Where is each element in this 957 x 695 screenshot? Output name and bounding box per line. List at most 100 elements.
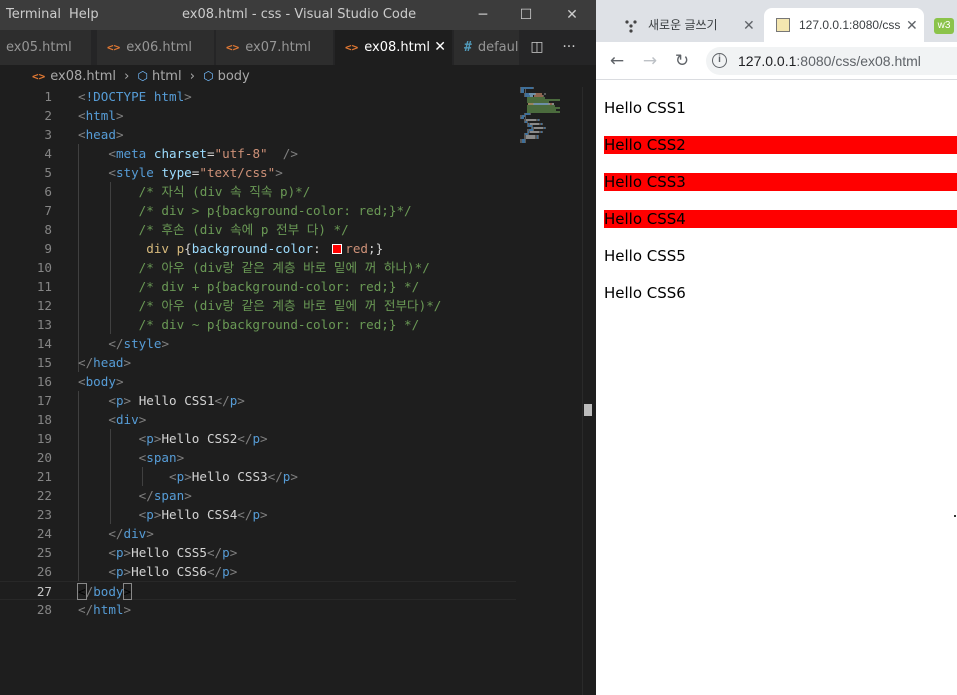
code-token: div [115,412,139,427]
line-number: 11 [36,279,52,294]
site-info-icon[interactable]: i [712,53,727,68]
code-token: Hello CSS5 [131,545,207,560]
line-number: 14 [36,336,52,351]
code-line[interactable]: 27 </body> [0,581,516,600]
code-line[interactable]: 5 <style type="text/css"> [0,163,516,182]
code-line[interactable]: 21 <p>Hello CSS3</p> [0,467,516,486]
code-token: div [123,526,147,541]
tab-ex07[interactable]: <> ex07.html [216,30,334,65]
back-icon[interactable]: ← [606,50,628,72]
code-line[interactable]: 22 </span> [0,486,516,505]
more-actions-icon[interactable]: ··· [557,30,581,65]
close-window-button[interactable]: ✕ [557,3,587,27]
code-token: type [161,165,192,180]
line-code: </html> [78,600,131,619]
code-line[interactable]: 23 <p>Hello CSS4</p> [0,505,516,524]
code-token: < [78,374,86,389]
code-token: > [229,564,238,579]
line-number: 12 [36,298,52,313]
code-line[interactable]: 19 <p>Hello CSS2</p> [0,429,516,448]
line-number: 19 [36,431,52,446]
color-swatch-icon[interactable] [332,244,343,254]
code-line[interactable]: 26 <p>Hello CSS6</p> [0,562,516,581]
code-line[interactable]: 11 /* div + p{background-color: red;} */ [0,277,516,296]
code-line[interactable]: 2 <html> [0,106,516,125]
code-line[interactable]: 18 <div> [0,410,516,429]
line-number: 1 [44,89,52,104]
minimap-stroke [525,115,527,117]
code-line[interactable]: 16 <body> [0,372,516,391]
maximize-button[interactable]: ☐ [511,3,541,27]
line-code: </style> [78,334,169,353]
breadcrumb-html[interactable]: html [152,66,182,88]
url-host: 127.0.0.1 [738,53,797,69]
split-editor-icon[interactable]: ◫ [525,30,549,65]
address-bar[interactable]: i 127.0.0.1:8080/css/ex08.html [706,47,957,75]
line-number: 25 [36,545,52,560]
code-line[interactable]: 25 <p>Hello CSS5</p> [0,543,516,562]
code-line[interactable]: 6 /* 자식 (div 속 직속 p)*/ [0,182,516,201]
code-token: < [108,412,116,427]
code-line[interactable]: 20 <span> [0,448,516,467]
editor-tab-bar: ex05.html <> ex06.html <> ex07.html <> ex08… [0,30,596,65]
tab-ex06[interactable]: <> ex06.html [97,30,215,65]
line-code: /* div ~ p{background-color: red;} */ [78,315,420,334]
breadcrumb-body[interactable]: body [218,66,250,88]
close-tab-icon[interactable]: ✕ [434,30,446,65]
code-line[interactable]: 15 </head> [0,353,516,372]
code-editor[interactable]: 1 <!DOCTYPE html> 2 <html> 3 <head> 4 <meta ch… [0,87,596,695]
code-line[interactable]: 9 div p{background-color: red;} [0,239,516,258]
minimize-button[interactable]: ─ [468,3,498,27]
code-token: charset [153,146,207,161]
tab-ex05[interactable]: ex05.html [0,30,92,65]
paragraph-css1: Hello CSS1 [604,99,686,117]
line-code: <head> [78,125,124,144]
line-code: <!DOCTYPE html> [78,87,192,106]
reload-icon[interactable]: ↻ [671,50,693,72]
code-token: > [115,374,124,389]
code-line[interactable]: 17 <p> Hello CSS1</p> [0,391,516,410]
code-token: div p [146,241,185,256]
code-token: body [93,584,124,599]
breadcrumb-file[interactable]: ex08.html [50,66,116,88]
code-line[interactable]: 4 <meta charset="utf-8" /> [0,144,516,163]
url-text[interactable]: 127.0.0.1:8080/css/ex08.html [738,47,921,75]
code-line[interactable]: 8 /* 후손 (div 속에 p 전부 다) */ [0,220,516,239]
line-number: 28 [36,602,52,617]
code-token: </ [78,355,94,370]
code-token: p [252,431,261,446]
code-token: style [115,165,162,180]
code-line[interactable]: 10 /* 아우 (div랑 같은 계층 바로 밑에 꺼 하나)*/ [0,258,516,277]
browser-tab-localhost[interactable]: 127.0.0.1:8080/css ✕ [764,8,924,42]
code-line[interactable]: 1 <!DOCTYPE html> [0,87,516,106]
close-tab-icon[interactable]: ✕ [902,8,918,42]
forward-icon[interactable]: → [639,50,661,72]
close-tab-icon[interactable]: ✕ [743,8,755,42]
code-token: </ [108,526,124,541]
browser-tab-new-post[interactable]: 새로운 글쓰기 ✕ [604,8,764,42]
code-token: > [146,526,154,541]
tab-ex08[interactable]: <> ex08.html ✕ [335,30,453,65]
menu-help[interactable]: Help [69,7,99,22]
code-line[interactable]: 7 /* div > p{background-color: red;}*/ [0,201,516,220]
tab-default-css[interactable]: # defaul [454,30,520,65]
code-token: /* div + p{background-color: red;} */ [138,279,420,294]
code-line[interactable]: 12 /* 아우 (div랑 같은 계층 바로 밑에 꺼 전부다)*/ [0,296,516,315]
editor-scrollbar[interactable] [582,87,596,695]
line-code: </div> [78,524,154,543]
line-code: <style type="text/css"> [78,163,282,182]
code-line[interactable]: 28 </html> [0,600,516,619]
w3-extension-icon[interactable]: w3 [934,18,954,34]
code-line[interactable]: 14 </style> [0,334,516,353]
code-line[interactable]: 3 <head> [0,125,516,144]
line-number: 7 [44,203,52,218]
code-line[interactable]: 24 </div> [0,524,516,543]
minimap[interactable] [520,87,582,147]
code-token: p [146,507,154,522]
code-line[interactable]: 13 /* div ~ p{background-color: red;} */ [0,315,516,334]
menu-terminal[interactable]: Terminal [6,7,61,22]
